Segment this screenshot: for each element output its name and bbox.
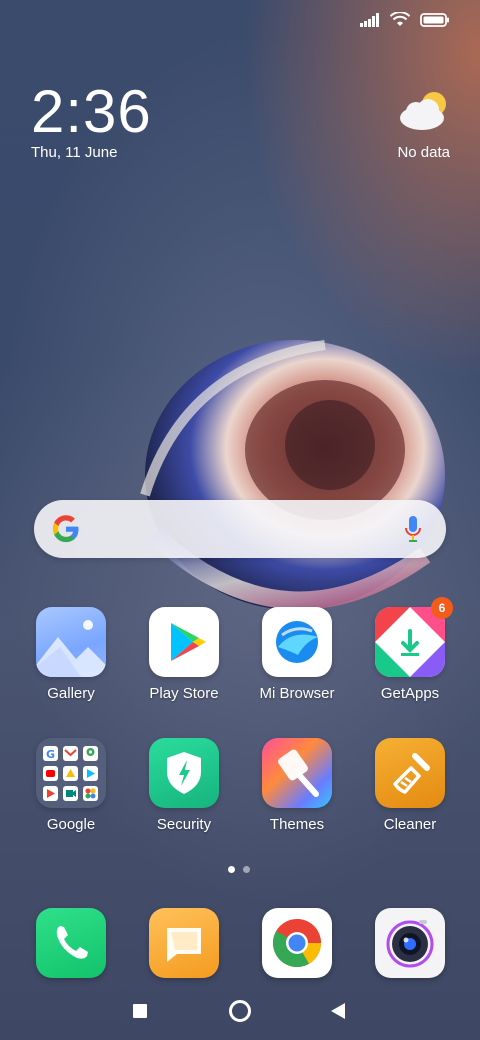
app-google-folder[interactable]: G Google xyxy=(21,738,121,833)
gallery-icon xyxy=(36,607,106,677)
page-dot-active xyxy=(228,866,235,873)
chrome-icon[interactable] xyxy=(262,908,332,978)
app-label: Mi Browser xyxy=(259,685,335,702)
app-cleaner[interactable]: Cleaner xyxy=(360,738,460,833)
security-icon xyxy=(149,738,219,808)
app-label: Security xyxy=(156,816,212,833)
recents-button[interactable] xyxy=(133,1004,147,1018)
app-label: Google xyxy=(46,816,96,833)
mic-icon[interactable] xyxy=(404,515,422,543)
themes-icon xyxy=(262,738,332,808)
app-label: GetApps xyxy=(380,685,440,702)
google-folder-icon: G xyxy=(36,738,106,808)
mi-browser-icon xyxy=(262,607,332,677)
status-bar xyxy=(0,0,480,44)
partly-cloudy-icon[interactable] xyxy=(398,88,450,132)
messages-icon[interactable] xyxy=(149,908,219,978)
app-mi-browser[interactable]: Mi Browser xyxy=(247,607,347,702)
clock-date[interactable]: Thu, 11 June xyxy=(31,144,117,161)
app-getapps[interactable]: 6 GetApps xyxy=(360,597,460,702)
page-dot xyxy=(243,866,250,873)
getapps-icon xyxy=(375,607,445,677)
app-play-store[interactable]: Play Store xyxy=(134,607,234,702)
app-security[interactable]: Security xyxy=(134,738,234,833)
app-gallery[interactable]: Gallery xyxy=(21,607,121,702)
google-g-icon xyxy=(52,515,79,543)
notification-badge: 6 xyxy=(431,597,453,619)
weather-text[interactable]: No data xyxy=(397,144,450,161)
app-label: Themes xyxy=(269,816,325,833)
page-indicator xyxy=(228,866,250,873)
wifi-icon xyxy=(390,12,410,26)
wallpaper-swirl xyxy=(140,340,445,610)
app-label: Play Store xyxy=(149,685,219,702)
app-label: Gallery xyxy=(47,685,95,702)
svg-text:G: G xyxy=(46,748,55,761)
camera-icon[interactable] xyxy=(375,908,445,978)
home-button[interactable] xyxy=(229,1000,251,1022)
cleaner-icon xyxy=(375,738,445,808)
battery-icon xyxy=(420,12,449,27)
google-search-bar[interactable] xyxy=(34,500,446,558)
play-store-icon xyxy=(149,607,219,677)
signal-icon xyxy=(360,12,379,27)
clock-time[interactable]: 2:36 xyxy=(31,80,152,144)
navigation-bar xyxy=(0,990,480,1040)
app-label: Cleaner xyxy=(383,816,437,833)
back-button[interactable] xyxy=(330,1002,346,1020)
phone-icon[interactable] xyxy=(36,908,106,978)
app-themes[interactable]: Themes xyxy=(247,738,347,833)
